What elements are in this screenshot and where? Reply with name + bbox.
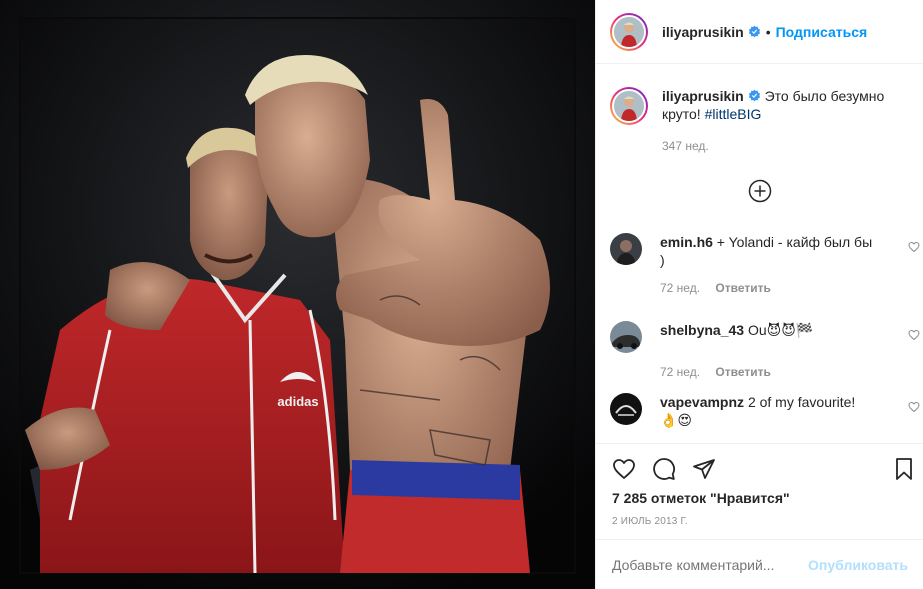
- follow-button[interactable]: Подписаться: [776, 24, 868, 40]
- post-actions: 7 285 отметок "Нравится" 2 ИЮЛЬ 2013 Г.: [596, 443, 923, 539]
- comment-avatar-image: [610, 233, 642, 265]
- load-more-icon[interactable]: [748, 179, 772, 203]
- comment-avatar-image: [610, 321, 642, 353]
- comment-avatar[interactable]: [610, 321, 642, 353]
- heart-icon[interactable]: [908, 241, 920, 253]
- caption-text: iliyaprusikin Это было безумно круто! #l…: [662, 87, 902, 125]
- caption-hashtag[interactable]: #littleBIG: [705, 106, 762, 122]
- verified-icon: [748, 25, 760, 38]
- comment-item: emin.h6 + Yolandi - кайф был бы ) 72 нед…: [610, 233, 920, 295]
- author-username[interactable]: iliyaprusikin: [662, 24, 744, 40]
- share-icon[interactable]: [692, 457, 716, 481]
- comment-avatar[interactable]: [610, 233, 642, 265]
- comment-meta: 72 нед. Ответить: [660, 365, 910, 379]
- comment-meta: 72 нед. Ответить: [660, 281, 910, 295]
- caption-avatar-image: [614, 91, 644, 121]
- separator-dot: •: [765, 23, 771, 40]
- comment-text: shelbyna_43 Ou😈😈🏁: [660, 321, 875, 339]
- comment-time: 72 нед.: [660, 281, 701, 295]
- caption-time: 347 нед.: [662, 139, 709, 153]
- add-comment-bar: Опубликовать: [596, 539, 923, 589]
- publish-button[interactable]: Опубликовать: [808, 557, 908, 573]
- post-photo[interactable]: adidas: [0, 0, 595, 589]
- likes-count[interactable]: 7 285 отметок "Нравится": [612, 490, 790, 506]
- reply-button[interactable]: Ответить: [715, 365, 770, 379]
- comment-input[interactable]: [612, 556, 809, 573]
- comment-avatar-image: [610, 393, 642, 425]
- heart-icon[interactable]: [908, 329, 920, 341]
- action-icons: [612, 457, 732, 481]
- comment-text: emin.h6 + Yolandi - кайф был бы ): [660, 233, 875, 269]
- post-side-panel: iliyaprusikin • Подписаться iliyaprusiki…: [595, 0, 923, 589]
- comment-item: vapevampnz 2 of my favourite! 👌😍: [610, 393, 920, 429]
- comment-avatar[interactable]: [610, 393, 642, 425]
- comment-item: shelbyna_43 Ou😈😈🏁 72 нед. Ответить: [610, 321, 920, 379]
- heart-icon[interactable]: [908, 401, 920, 413]
- post-date: 2 ИЮЛЬ 2013 Г.: [612, 516, 688, 527]
- post-caption: iliyaprusikin Это было безумно круто! #l…: [610, 87, 910, 153]
- author-avatar[interactable]: [610, 12, 648, 51]
- comment-username[interactable]: vapevampnz: [660, 394, 744, 410]
- comment-time: 72 нед.: [660, 365, 701, 379]
- comment-body: Ou😈😈🏁: [747, 322, 814, 338]
- photo-image: adidas: [0, 0, 595, 589]
- comment-username[interactable]: emin.h6: [660, 234, 713, 250]
- comments-list[interactable]: iliyaprusikin Это было безумно круто! #l…: [596, 65, 923, 443]
- comment-icon[interactable]: [652, 457, 676, 481]
- reply-button[interactable]: Ответить: [715, 281, 770, 295]
- author-avatar-image: [614, 16, 644, 47]
- like-heart-icon[interactable]: [612, 457, 636, 481]
- caption-avatar[interactable]: [610, 87, 648, 125]
- comment-text: vapevampnz 2 of my favourite! 👌😍: [660, 393, 875, 429]
- jacket-logo-text: adidas: [277, 394, 318, 409]
- comment-username[interactable]: shelbyna_43: [660, 322, 744, 338]
- bookmark-icon[interactable]: [892, 457, 916, 481]
- post-header: iliyaprusikin • Подписаться: [596, 0, 923, 64]
- caption-verified-icon: [748, 89, 760, 102]
- caption-username[interactable]: iliyaprusikin: [662, 88, 744, 104]
